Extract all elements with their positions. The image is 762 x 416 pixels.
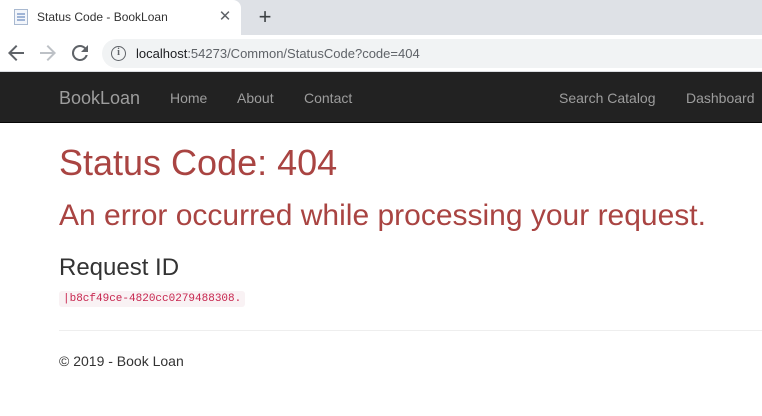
- reload-icon[interactable]: [68, 41, 92, 65]
- nav-link-home[interactable]: Home: [170, 90, 207, 106]
- brand-link[interactable]: BookLoan: [59, 88, 140, 109]
- nav-link-about[interactable]: About: [237, 90, 274, 106]
- forward-arrow-icon[interactable]: [36, 41, 60, 65]
- nav-link-search-catalog[interactable]: Search Catalog: [559, 90, 656, 106]
- browser-toolbar: i localhost:54273/Common/StatusCode?code…: [0, 35, 762, 72]
- nav-link-dashboard[interactable]: Dashboard: [686, 90, 755, 106]
- info-icon[interactable]: i: [111, 46, 126, 61]
- plus-icon[interactable]: +: [253, 5, 277, 29]
- error-message: An error occurred while processing your …: [59, 199, 706, 232]
- tab-title: Status Code - BookLoan: [37, 10, 168, 24]
- page-favicon-icon: [14, 9, 28, 25]
- browser-tab[interactable]: Status Code - BookLoan ✕: [0, 0, 241, 35]
- back-arrow-icon[interactable]: [4, 41, 28, 65]
- close-icon[interactable]: ✕: [216, 8, 234, 26]
- request-id-value: |b8cf49ce-4820cc0279488308.: [59, 291, 246, 307]
- nav-link-contact[interactable]: Contact: [304, 90, 352, 106]
- browser-tabstrip: Status Code - BookLoan ✕ +: [0, 0, 762, 35]
- url-path: :54273/Common/StatusCode?code=404: [187, 46, 420, 61]
- url-host: localhost: [136, 46, 188, 61]
- footer-copyright: © 2019 - Book Loan: [59, 353, 184, 369]
- request-id-label: Request ID: [59, 254, 180, 281]
- status-code-heading: Status Code: 404: [59, 142, 338, 183]
- site-navbar: BookLoan Home About Contact Search Catal…: [0, 72, 762, 123]
- url-text: localhost:54273/Common/StatusCode?code=4…: [136, 46, 420, 61]
- footer-divider: [59, 330, 762, 331]
- address-bar[interactable]: i localhost:54273/Common/StatusCode?code…: [102, 39, 762, 68]
